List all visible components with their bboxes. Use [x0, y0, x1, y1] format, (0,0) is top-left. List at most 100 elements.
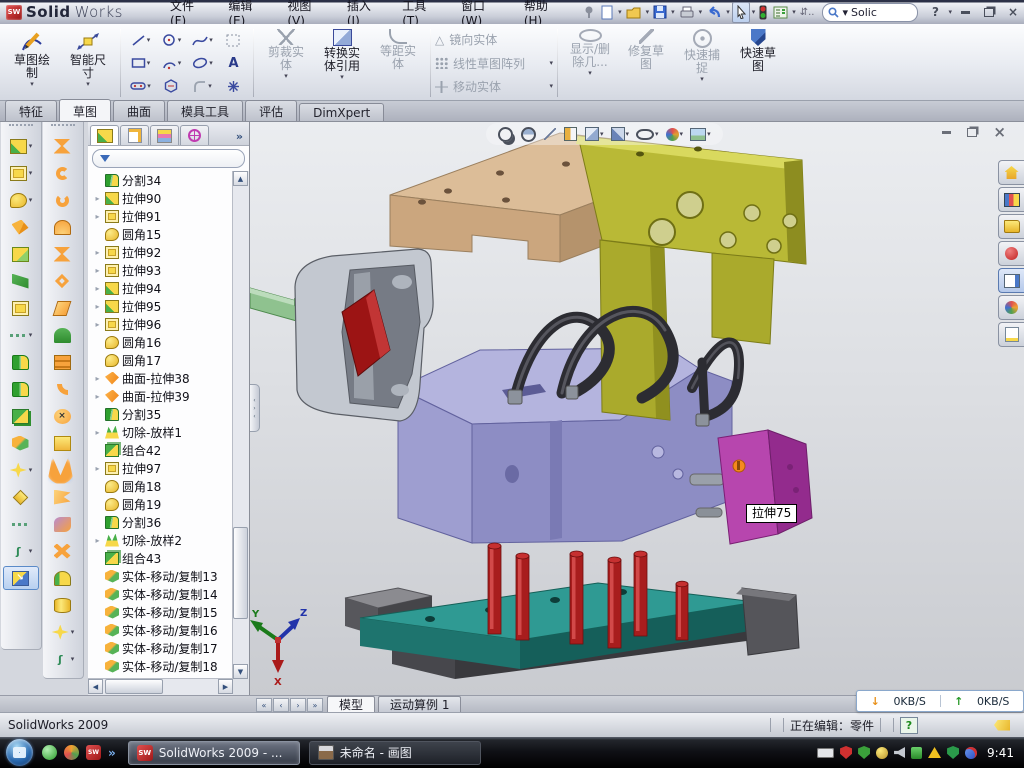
save-icon[interactable]	[651, 3, 669, 22]
dropdown-arrow-icon[interactable]: ▾	[340, 74, 344, 81]
launcher-ball-icon[interactable]	[64, 745, 79, 760]
tag-icon[interactable]	[994, 720, 1010, 731]
feature-tree-item[interactable]: 组合42	[88, 441, 233, 459]
dropdown-arrow-icon[interactable]: ▾	[655, 131, 659, 138]
shell-feature-icon[interactable]	[45, 431, 81, 455]
open-document-icon[interactable]	[624, 3, 644, 22]
lofted-boss-icon[interactable]	[3, 242, 39, 266]
select-region-tool-icon[interactable]	[226, 34, 240, 47]
panel-splitter-handle[interactable]: ‹›‹	[250, 384, 260, 432]
dropdown-arrow-icon[interactable]: ▾	[209, 37, 213, 44]
spline-tool-icon[interactable]	[192, 34, 208, 47]
feature-tree-item[interactable]: 圆角15	[88, 225, 233, 243]
expand-arrow-icon[interactable]: ▸	[93, 302, 102, 311]
linear-pattern-icon[interactable]: ▾	[3, 323, 39, 347]
rebuild-icon[interactable]	[757, 3, 769, 22]
search-box[interactable]: ▾ Solic	[822, 3, 918, 22]
feature-tree-item[interactable]: ▸ 切除-放样1	[88, 423, 233, 441]
dropdown-arrow-icon[interactable]: ▾	[707, 131, 711, 138]
ellipse-tool-icon[interactable]	[192, 57, 208, 69]
draft-feature-icon[interactable]	[45, 485, 81, 509]
keyboard-icon[interactable]	[817, 748, 834, 758]
delete-body-icon[interactable]: ×	[45, 404, 81, 428]
new-document-icon[interactable]	[599, 3, 616, 22]
dropdown-arrow-icon[interactable]: ▾	[700, 76, 704, 83]
dropdown-arrow-icon[interactable]: ▾	[178, 37, 182, 44]
dome2-feature-icon[interactable]	[45, 566, 81, 590]
restore-button[interactable]	[978, 4, 1000, 21]
line-tool-icon[interactable]	[131, 34, 146, 47]
graphics-viewport[interactable]: Y Z X	[250, 122, 1024, 695]
extruded-boss-icon[interactable]: ▾	[3, 161, 39, 185]
feature-tree-item[interactable]: ▸ 拉伸93	[88, 261, 233, 279]
feature-tree-item[interactable]: 分割36	[88, 513, 233, 531]
expand-arrow-icon[interactable]: ▸	[93, 536, 102, 545]
hide-show-items-icon[interactable]: ▾	[636, 129, 659, 140]
ribbon-button[interactable]: 显示/删 除几... ▾	[562, 27, 618, 99]
command-tab[interactable]: 曲面	[113, 100, 165, 121]
file-explorer-tab[interactable]	[998, 214, 1024, 239]
select-dropdown-icon[interactable]: ▾	[752, 9, 756, 16]
feature-tree-item[interactable]: 实体-移动/复制17	[88, 639, 233, 657]
view-orientation-icon[interactable]: ▾	[585, 127, 604, 141]
dropdown-arrow-icon[interactable]: ▾	[71, 656, 75, 663]
dropdown-arrow-icon[interactable]: ▾	[29, 197, 33, 204]
hole-wizard-icon[interactable]	[3, 296, 39, 320]
sketch-dropdown-icon[interactable]: ▾	[30, 81, 34, 88]
composite-curve-icon[interactable]	[3, 512, 39, 536]
zoom-area-icon[interactable]	[521, 127, 537, 142]
spline-curve2-icon[interactable]: ʃ ▾	[45, 647, 81, 671]
prev-tab-button[interactable]: ‹	[273, 698, 289, 712]
open-dropdown-icon[interactable]: ▾	[646, 9, 650, 16]
rectangle-tool-icon[interactable]	[131, 57, 146, 69]
apply-scene-icon[interactable]: ▾	[690, 128, 711, 141]
command-tab[interactable]: 特征	[5, 100, 57, 121]
minimize-button[interactable]	[954, 4, 976, 21]
feature-tree-item[interactable]: ▸ 拉伸92	[88, 243, 233, 261]
insert-sparkle-icon[interactable]: ▾	[45, 620, 81, 644]
select-tool-icon[interactable]	[732, 2, 750, 23]
antivirus-icon[interactable]	[947, 746, 959, 759]
start-button[interactable]	[6, 739, 33, 766]
close-button[interactable]: ×	[1002, 4, 1024, 21]
arc-tool-icon[interactable]	[162, 57, 177, 70]
fillet-icon[interactable]: ▾	[3, 188, 39, 212]
undo-icon[interactable]	[704, 3, 724, 22]
print-dropdown-icon[interactable]: ▾	[699, 9, 703, 16]
dropdown-arrow-icon[interactable]: ▾	[147, 60, 151, 67]
taskbar-clock[interactable]: 9:41	[987, 746, 1014, 760]
ribbon-list-button[interactable]: △ 镜向实体	[435, 31, 553, 48]
pin-toolbar-icon[interactable]	[581, 3, 597, 22]
polygon-tool-icon[interactable]	[164, 79, 178, 93]
dropdown-arrow-icon[interactable]: ▾	[549, 83, 553, 90]
expand-arrow-icon[interactable]: ▸	[93, 392, 102, 401]
dropdown-arrow-icon[interactable]: ▾	[29, 143, 33, 150]
dropdown-arrow-icon[interactable]: ▾	[147, 37, 151, 44]
ribbon-list-button[interactable]: 线性草图阵列 ▾	[435, 55, 553, 72]
dropdown-arrow-icon[interactable]: ▾	[209, 60, 213, 67]
first-tab-button[interactable]: «	[256, 698, 272, 712]
undo-dropdown-icon[interactable]: ▾	[726, 9, 730, 16]
planar-surface-icon[interactable]	[45, 296, 81, 320]
search-tab[interactable]	[998, 241, 1024, 266]
feature-tree-item[interactable]: 实体-移动/复制13	[88, 567, 233, 585]
scroll-down-icon[interactable]: ▼	[233, 664, 248, 679]
dropdown-arrow-icon[interactable]: ▾	[208, 83, 212, 90]
quicklaunch-overflow-icon[interactable]: »	[108, 746, 116, 760]
tree-filter-box[interactable]	[92, 149, 245, 168]
swept-cut-icon[interactable]	[3, 215, 39, 239]
ribbon-button[interactable]: 修复草 图	[618, 27, 674, 99]
command-tab[interactable]: DimXpert	[299, 103, 384, 121]
dropdown-arrow-icon[interactable]: ▾	[29, 467, 33, 474]
scroll-right-icon[interactable]: ▶	[218, 679, 233, 694]
custom-properties-tab[interactable]	[998, 322, 1024, 347]
zoom-fit-icon[interactable]	[498, 127, 514, 142]
vertical-scroll-thumb[interactable]	[233, 527, 248, 619]
toolbar-grip[interactable]	[51, 124, 75, 130]
expand-arrow-icon[interactable]: ▸	[93, 266, 102, 275]
command-tab[interactable]: 模具工具	[167, 100, 243, 121]
scroll-up-icon[interactable]: ▲	[233, 171, 248, 186]
expand-arrow-icon[interactable]: ▸	[93, 194, 102, 203]
new-dropdown-icon[interactable]: ▾	[618, 9, 622, 16]
appearances-icon[interactable]: ▾	[666, 128, 684, 141]
